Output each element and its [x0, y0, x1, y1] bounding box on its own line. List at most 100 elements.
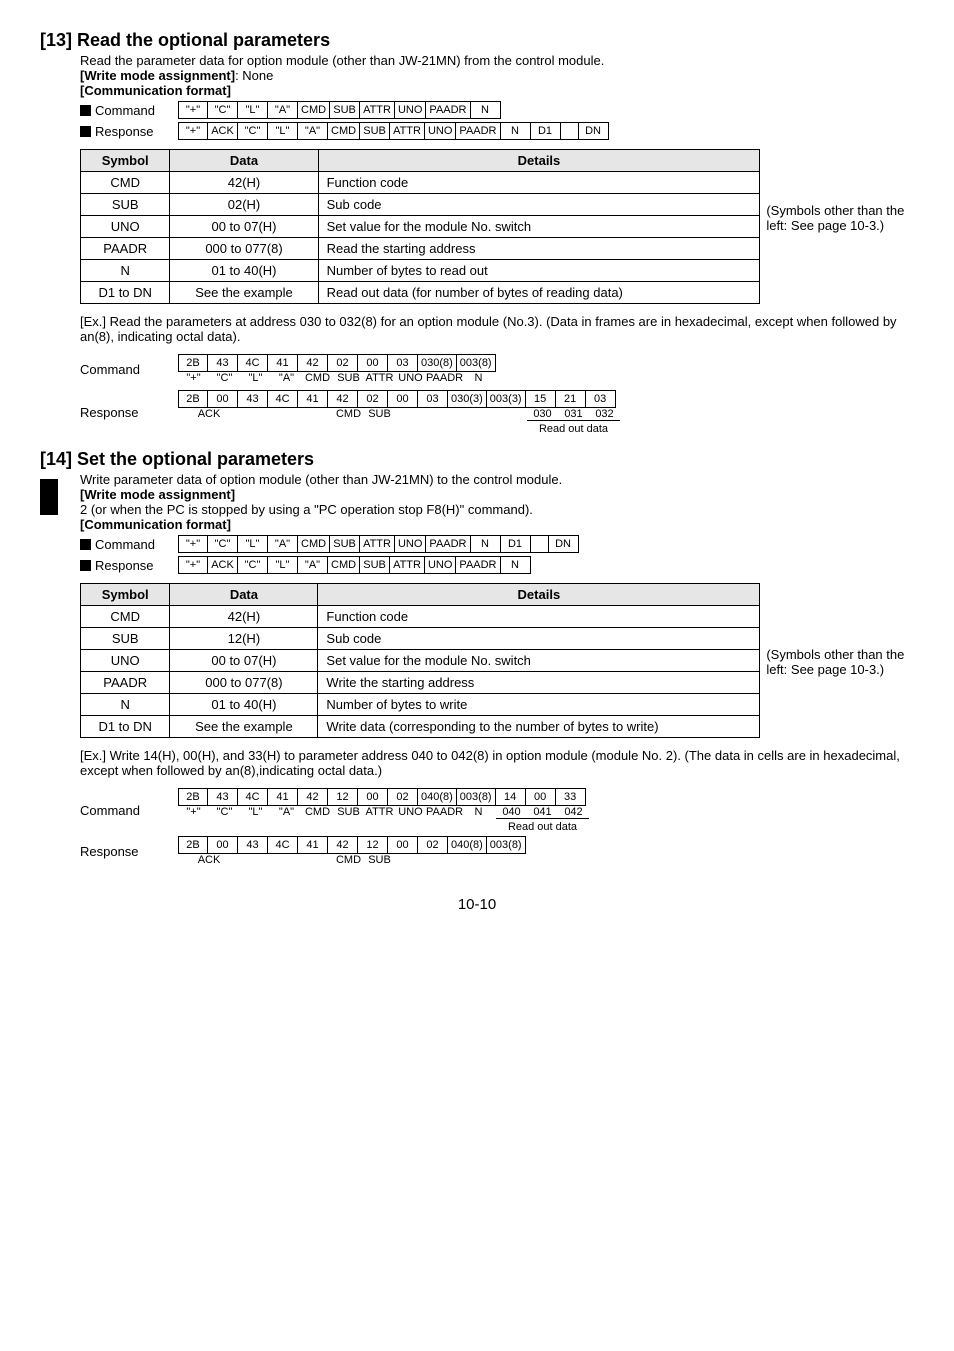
td: Write data (corresponding to the number …: [318, 716, 760, 738]
cell: 4C: [238, 354, 268, 372]
td: 02(H): [170, 194, 318, 216]
s13-cmd-label: Command: [95, 103, 155, 118]
cell: 00: [388, 836, 418, 854]
s13-symbol-table: Symbol Data Details CMD42(H)Function cod…: [80, 149, 760, 304]
td: Sub code: [318, 194, 760, 216]
cell: 41: [268, 354, 298, 372]
cell: CMD: [298, 101, 330, 119]
td: 42(H): [170, 606, 318, 628]
td: Set value for the module No. switch: [318, 216, 760, 238]
cell: 00: [388, 390, 418, 408]
page-tab-icon: [40, 479, 58, 515]
td: N: [81, 260, 170, 282]
cell: 42: [328, 836, 358, 854]
cell: PAADR: [456, 122, 500, 140]
s13-write-assign-val: : None: [235, 68, 273, 83]
cell: "C": [208, 101, 238, 119]
th-symbol: Symbol: [81, 584, 170, 606]
td: 01 to 40(H): [170, 694, 318, 716]
cell: "+": [178, 101, 208, 119]
cell: 12: [328, 788, 358, 806]
cell: "L": [268, 122, 298, 140]
cell: "L": [238, 101, 268, 119]
td: PAADR: [81, 238, 170, 260]
td: Write the starting address: [318, 672, 760, 694]
cell: SUB: [330, 535, 360, 553]
s14-write-line2: 2 (or when the PC is stopped by using a …: [80, 502, 914, 517]
td: D1 to DN: [81, 716, 170, 738]
cell: 4C: [238, 788, 268, 806]
bracket-line: [496, 818, 589, 819]
s13-ex-cmd-underlabels: "+" "C" "L" "A" CMD SUB ATTR UNO PAADR N: [178, 372, 496, 384]
cell: 43: [208, 788, 238, 806]
s14-comm-fmt: [Communication format]: [80, 517, 914, 532]
bullet-icon: [80, 126, 91, 137]
td: N: [81, 694, 170, 716]
cell: 41: [298, 390, 328, 408]
cell: 2B: [178, 354, 208, 372]
cell: 040(8): [448, 836, 487, 854]
td: UNO: [81, 216, 170, 238]
cell: N: [501, 556, 531, 574]
cell: "L": [238, 535, 268, 553]
th-details: Details: [318, 150, 760, 172]
td: Number of bytes to write: [318, 694, 760, 716]
cell: 21: [556, 390, 586, 408]
cell: 14: [496, 788, 526, 806]
s14-ex-resp-cells: 2B 00 43 4C 41 42 12 00 02 040(8) 003(8): [178, 836, 526, 854]
cell: 003(8): [487, 836, 526, 854]
td: See the example: [170, 716, 318, 738]
cell: 040(8): [418, 788, 457, 806]
s14-ex-resp-underlabels: ACK CMD SUB: [178, 854, 526, 866]
s13-ex-resp-label: Response: [80, 405, 170, 420]
cell: 003(8): [457, 788, 496, 806]
cell: "A": [298, 122, 328, 140]
cell: SUB: [330, 101, 360, 119]
cell: 03: [586, 390, 616, 408]
s14-resp-cells: "+" ACK "C" "L" "A" CMD SUB ATTR UNO PAA…: [178, 556, 531, 574]
s13-readout-label: Read out data: [527, 423, 620, 435]
cell: ACK: [208, 556, 238, 574]
th-data: Data: [170, 584, 318, 606]
s14-symbol-table: Symbol Data Details CMD42(H)Function cod…: [80, 583, 760, 738]
s14-ex-cmd-cells: 2B 43 4C 41 42 12 00 02 040(8) 003(8) 14…: [178, 788, 589, 806]
s13-comm-fmt: [Communication format]: [80, 83, 914, 98]
td: SUB: [81, 628, 170, 650]
cell: ATTR: [390, 556, 425, 574]
td: Sub code: [318, 628, 760, 650]
cell: 03: [388, 354, 418, 372]
cell: 42: [298, 354, 328, 372]
s14-ex-cmd-underlabels: "+" "C" "L" "A" CMD SUB ATTR UNO PAADR N…: [178, 806, 589, 818]
td: Read the starting address: [318, 238, 760, 260]
cell: 02: [388, 788, 418, 806]
section-13-title: [13] Read the optional parameters: [40, 30, 914, 51]
cell: "+": [178, 535, 208, 553]
td: PAADR: [81, 672, 170, 694]
cell: DN: [579, 122, 609, 140]
s13-ex-resp-underlabels: ACK CMD SUB 030 031 032: [178, 408, 620, 420]
td: UNO: [81, 650, 170, 672]
cell: UNO: [395, 535, 426, 553]
bullet-icon: [80, 539, 91, 550]
cell: 2B: [178, 788, 208, 806]
cell: ACK: [208, 122, 238, 140]
td: 42(H): [170, 172, 318, 194]
bullet-icon: [80, 560, 91, 571]
cell: 00: [358, 788, 388, 806]
s13-cmd-cells: "+" "C" "L" "A" CMD SUB ATTR UNO PAADR N: [178, 101, 501, 119]
s14-readout-label: Read out data: [496, 821, 589, 833]
s13-resp-cells: "+" ACK "C" "L" "A" CMD SUB ATTR UNO PAA…: [178, 122, 609, 140]
cell: CMD: [328, 122, 360, 140]
s13-ex-cmd-cells: 2B 43 4C 41 42 02 00 03 030(8) 003(8): [178, 354, 496, 372]
td: See the example: [170, 282, 318, 304]
td: Function code: [318, 172, 760, 194]
cell: ATTR: [390, 122, 425, 140]
cell: ATTR: [360, 101, 395, 119]
cell: CMD: [328, 556, 360, 574]
s13-ex-resp-cells: 2B 00 43 4C 41 42 02 00 03 030(3) 003(3)…: [178, 390, 620, 408]
ellipsis-cell: [531, 535, 549, 553]
s13-resp-label: Response: [95, 124, 154, 139]
s13-example-note: [Ex.] Read the parameters at address 030…: [80, 314, 914, 344]
cell: SUB: [360, 122, 390, 140]
page-number: 10-10: [40, 896, 914, 913]
